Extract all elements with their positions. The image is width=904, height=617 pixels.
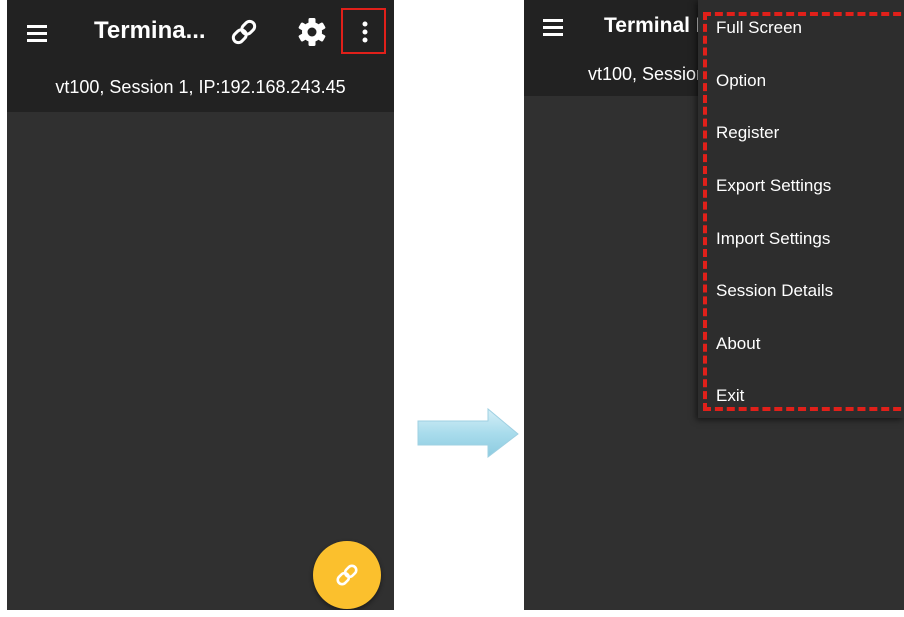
connect-fab-button[interactable] <box>313 541 381 609</box>
menu-item-import-settings[interactable]: Import Settings <box>716 229 830 249</box>
menu-item-exit[interactable]: Exit <box>716 386 744 406</box>
transition-arrow-icon <box>417 407 519 459</box>
left-screen: Termina... vt100, Session 1, IP:192.168.… <box>7 0 394 610</box>
link-icon[interactable] <box>229 17 259 47</box>
menu-icon[interactable] <box>27 25 47 42</box>
menu-item-session-details[interactable]: Session Details <box>716 281 833 301</box>
settings-icon[interactable] <box>296 16 328 48</box>
app-title: Terminal E <box>604 14 710 37</box>
menu-icon[interactable] <box>543 19 563 36</box>
app-bar: Termina... <box>7 0 394 62</box>
app-title: Termina... <box>94 17 206 44</box>
menu-item-full-screen[interactable]: Full Screen <box>716 18 802 38</box>
link-icon <box>336 564 358 586</box>
menu-item-register[interactable]: Register <box>716 123 779 143</box>
session-info: vt100, Session 1, IP:192.168.243.45 <box>7 62 394 112</box>
menu-item-export-settings[interactable]: Export Settings <box>716 176 831 196</box>
overflow-menu: Full Screen Option Register Export Setti… <box>698 0 904 418</box>
menu-item-about[interactable]: About <box>716 334 760 354</box>
menu-item-option[interactable]: Option <box>716 71 766 91</box>
more-vert-icon[interactable] <box>362 21 368 43</box>
